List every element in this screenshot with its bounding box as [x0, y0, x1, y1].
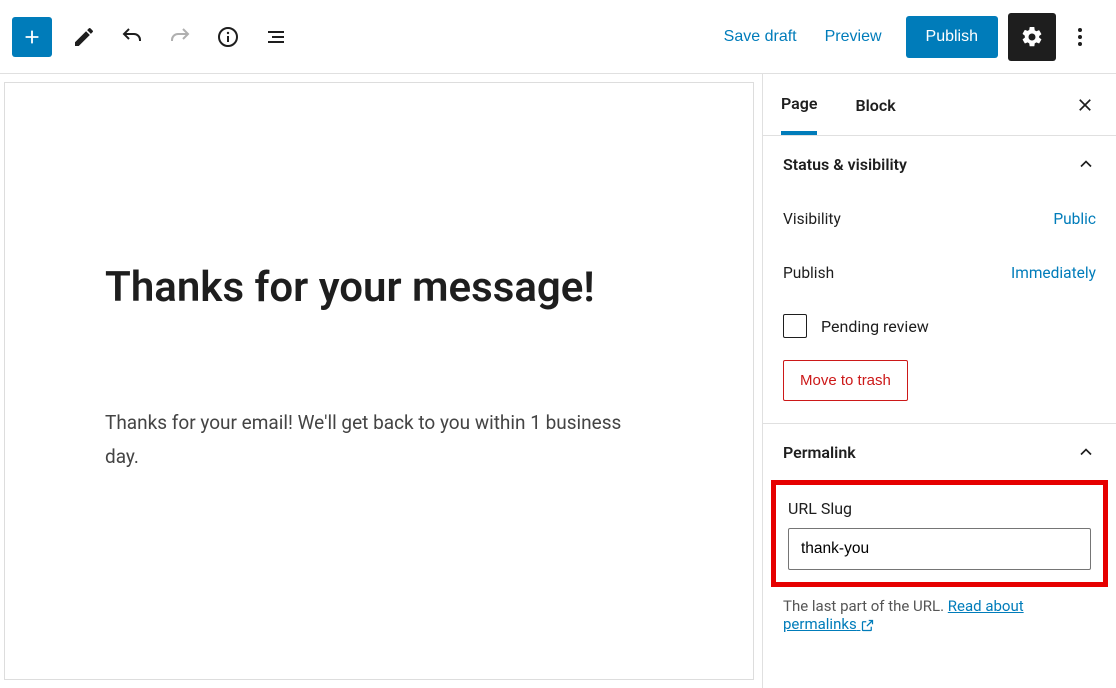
external-link-icon	[860, 618, 875, 633]
status-visibility-header[interactable]: Status & visibility	[763, 136, 1116, 192]
tab-block[interactable]: Block	[855, 76, 895, 133]
redo-button[interactable]	[156, 13, 204, 61]
visibility-value[interactable]: Public	[1053, 210, 1096, 228]
visibility-row: Visibility Public	[783, 192, 1096, 246]
pencil-icon	[72, 25, 96, 49]
url-slug-label: URL Slug	[788, 499, 1091, 518]
topbar-right: Save draft Preview Publish	[710, 13, 1104, 61]
gear-icon	[1020, 25, 1044, 49]
publish-value[interactable]: Immediately	[1011, 264, 1096, 282]
plus-icon	[21, 26, 43, 48]
move-to-trash-button[interactable]: Move to trash	[783, 360, 908, 401]
url-slug-highlight: URL Slug	[771, 480, 1108, 587]
publish-row: Publish Immediately	[783, 246, 1096, 300]
page-body[interactable]: Thanks for your email! We'll get back to…	[105, 406, 653, 474]
topbar-left	[12, 13, 300, 61]
main-area: Thanks for your message! Thanks for your…	[0, 74, 1116, 688]
close-sidebar-button[interactable]	[1068, 88, 1102, 122]
status-visibility-panel: Status & visibility Visibility Public Pu…	[763, 136, 1116, 424]
settings-button[interactable]	[1008, 13, 1056, 61]
chevron-up-icon	[1076, 154, 1096, 174]
tab-page[interactable]: Page	[781, 74, 817, 135]
pending-review-checkbox[interactable]	[783, 314, 807, 338]
kebab-icon	[1068, 25, 1092, 49]
permalink-header[interactable]: Permalink	[763, 424, 1116, 480]
permalink-helper-text: The last part of the URL.	[783, 597, 948, 615]
editor-topbar: Save draft Preview Publish	[0, 0, 1116, 74]
url-slug-input[interactable]	[788, 528, 1091, 570]
publish-button[interactable]: Publish	[906, 16, 998, 58]
close-icon	[1076, 96, 1094, 114]
edit-mode-button[interactable]	[60, 13, 108, 61]
pending-review-label: Pending review	[821, 317, 929, 336]
permalink-helper: The last part of the URL. Read about per…	[763, 593, 1116, 633]
sidebar-tabs: Page Block	[763, 74, 1116, 136]
editor-column: Thanks for your message! Thanks for your…	[0, 74, 762, 688]
settings-sidebar: Page Block Status & visibility Visibilit…	[762, 74, 1116, 688]
list-icon	[264, 25, 288, 49]
save-draft-button[interactable]: Save draft	[710, 20, 811, 54]
info-icon	[216, 25, 240, 49]
status-visibility-title: Status & visibility	[783, 155, 907, 174]
publish-label: Publish	[783, 264, 834, 282]
visibility-label: Visibility	[783, 210, 841, 228]
chevron-up-icon	[1076, 442, 1096, 462]
undo-button[interactable]	[108, 13, 156, 61]
permalink-panel: Permalink URL Slug The last part of the …	[763, 424, 1116, 633]
more-options-button[interactable]	[1056, 13, 1104, 61]
add-block-button[interactable]	[12, 17, 52, 57]
permalink-title: Permalink	[783, 443, 856, 462]
page-title[interactable]: Thanks for your message!	[105, 263, 653, 312]
undo-icon	[120, 25, 144, 49]
preview-button[interactable]: Preview	[811, 20, 896, 54]
redo-icon	[168, 25, 192, 49]
editor-canvas[interactable]: Thanks for your message! Thanks for your…	[4, 82, 754, 680]
status-visibility-body: Visibility Public Publish Immediately Pe…	[763, 192, 1116, 423]
info-button[interactable]	[204, 13, 252, 61]
outline-button[interactable]	[252, 13, 300, 61]
pending-review-row: Pending review	[783, 300, 1096, 360]
